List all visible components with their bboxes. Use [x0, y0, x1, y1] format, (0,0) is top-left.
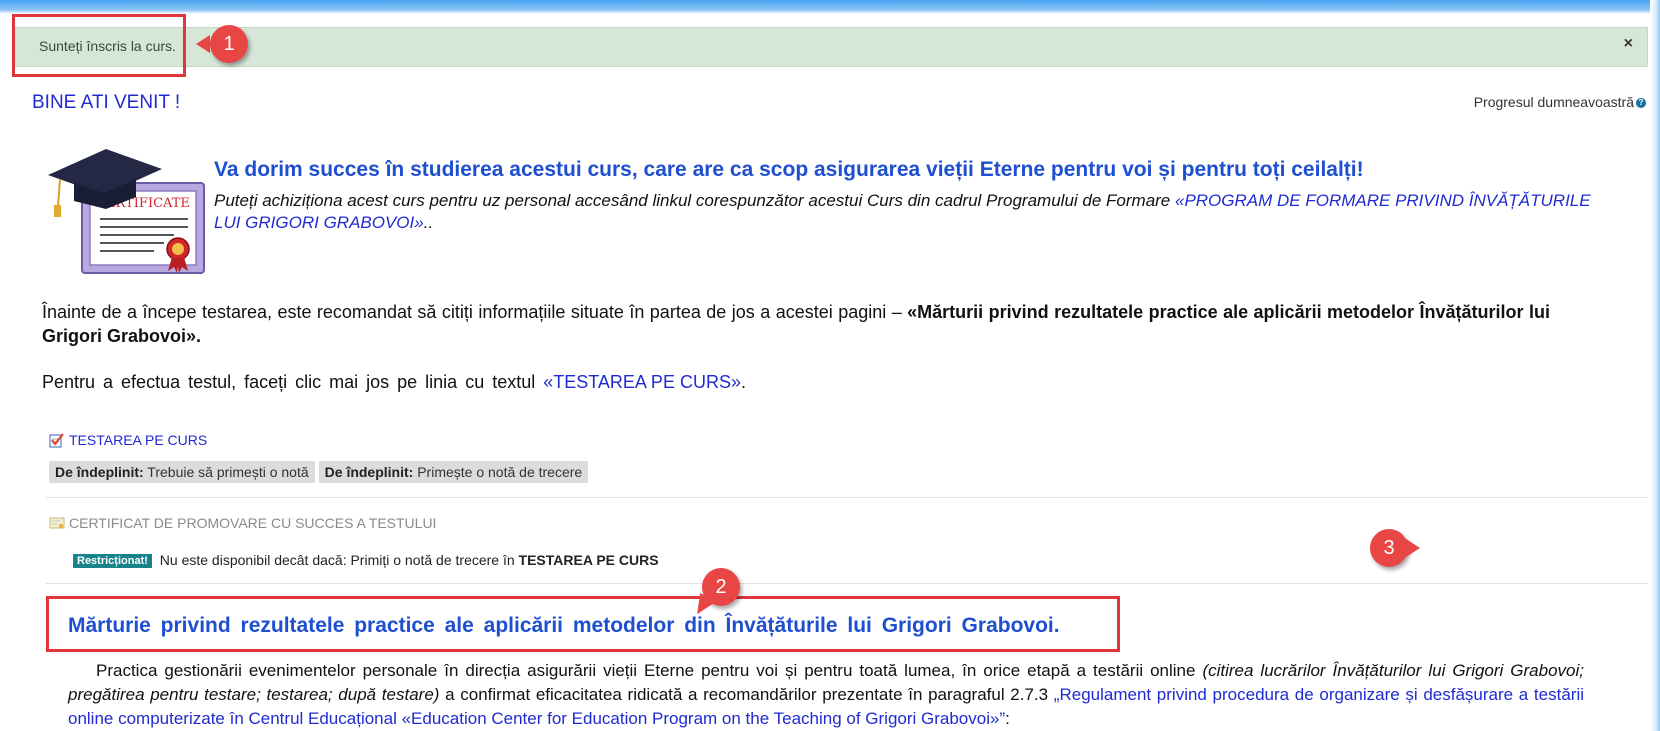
requirement-badge: De îndeplinit: Primește o notă de trecer…	[318, 461, 589, 483]
testimony-heading: Mărturie privind rezultatele practice al…	[68, 614, 1060, 637]
instruction-end: .	[740, 372, 746, 392]
test-link-text[interactable]: «TESTAREA PE CURS»	[543, 372, 741, 392]
callout-pointer	[196, 35, 210, 53]
activity-course-test-label[interactable]: TESTAREA PE CURS	[69, 432, 207, 448]
welcome-heading: BINE ATI VENIT !	[32, 92, 181, 113]
progress-label: Progresul dumneavoastră?	[1474, 94, 1646, 110]
certificate-graduation-cap-icon: CERTIFICATE	[48, 149, 205, 274]
requirement-text: Primește o notă de trecere	[413, 464, 583, 480]
body-text-end: :	[1005, 709, 1010, 728]
section-divider	[46, 583, 1648, 584]
activity-course-test[interactable]: TESTAREA PE CURS	[49, 432, 207, 448]
test-instruction: Pentru a efectua testul, faceți clic mai…	[42, 372, 746, 393]
highlight-box-alert	[12, 14, 186, 77]
restriction-notice: Restricționat! Nu este disponibil decât …	[73, 552, 659, 568]
quiz-checkmark-icon	[49, 433, 64, 448]
intro-text-start: Puteți achiziționa acest curs pentru uz …	[214, 191, 1175, 210]
instruction-text: Pentru a efectua testul, faceți clic mai…	[42, 372, 544, 392]
restriction-text: Nu este disponibil decât dacă: Primiți o…	[155, 552, 519, 568]
help-icon[interactable]: ?	[1636, 98, 1646, 109]
close-icon[interactable]: ×	[1624, 35, 1633, 53]
testimony-body: Practica gestionării evenimentelor perso…	[68, 659, 1584, 731]
progress-text: Progresul dumneavoastră	[1473, 94, 1634, 110]
page: Sunteți înscris la curs. × 1 BINE ATI VE…	[0, 0, 1660, 731]
intro-text: Puteți achiziționa acest curs pentru uz …	[214, 190, 1614, 234]
completion-requirements: De îndeplinit: Trebuie să primești o not…	[49, 461, 592, 483]
recommendation-text: Înainte de a începe testarea, este recom…	[42, 302, 908, 322]
body-text-mid: a confirmat eficacitatea ridicată a reco…	[439, 685, 1054, 704]
callout-pointer	[1406, 539, 1420, 557]
intro-text-end: ..	[423, 213, 434, 232]
requirement-label: De îndeplinit:	[55, 464, 144, 480]
callout-number: 1	[210, 25, 248, 63]
testing-recommendation: Înainte de a începe testarea, este recom…	[42, 300, 1550, 348]
callout-number: 3	[1370, 529, 1408, 567]
restriction-activity: TESTAREA PE CURS	[518, 552, 659, 568]
callout-1: 1	[196, 25, 258, 63]
restricted-badge: Restricționat!	[73, 554, 152, 568]
callout-3: 3	[1370, 529, 1432, 567]
activity-certificate-label: CERTIFICAT DE PROMOVARE CU SUCCES A TEST…	[69, 515, 437, 531]
requirement-label: De îndeplinit:	[324, 464, 414, 480]
window-edge	[1650, 0, 1660, 731]
body-text-start: Practica gestionării evenimentelor perso…	[96, 661, 1203, 680]
requirement-badge: De îndeplinit: Trebuie să primești o not…	[49, 461, 315, 483]
section-divider	[46, 497, 1648, 498]
intro-heading: Va dorim succes în studierea acestui cur…	[214, 158, 1364, 181]
requirement-text: Trebuie să primești o notă	[143, 464, 309, 480]
certificate-icon	[49, 517, 65, 529]
activity-certificate: CERTIFICAT DE PROMOVARE CU SUCCES A TEST…	[49, 515, 436, 531]
